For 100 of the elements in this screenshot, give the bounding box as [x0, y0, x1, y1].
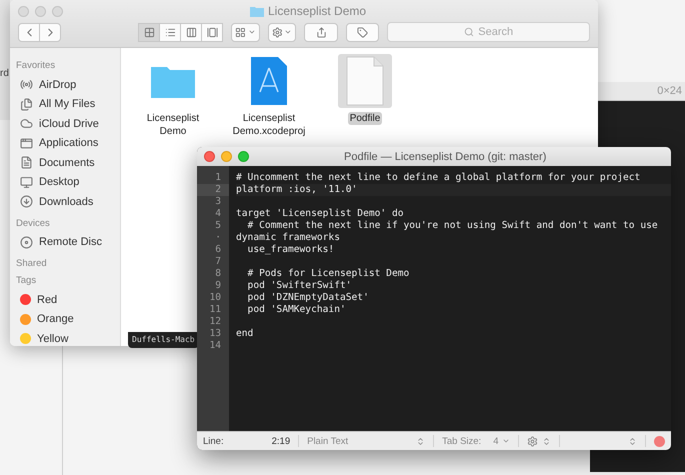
- share-button[interactable]: [304, 22, 338, 42]
- sidebar-item-label: Desktop: [39, 176, 80, 188]
- columns-icon: [186, 26, 196, 38]
- sidebar-item[interactable]: Downloads: [16, 192, 120, 212]
- code-line: pod 'SAMKeychain': [246, 304, 347, 316]
- code-line: use_frameworks!: [246, 244, 336, 256]
- view-mode-button[interactable]: [138, 22, 160, 42]
- line-number: 11: [208, 304, 222, 316]
- window-title: Licenseplist Demo: [250, 4, 366, 18]
- arrange-button[interactable]: [231, 22, 260, 42]
- sidebar-item[interactable]: Applications: [16, 134, 120, 153]
- line-number: 5: [214, 220, 222, 232]
- back-button[interactable]: [18, 22, 40, 42]
- app-blueprint-icon: [250, 56, 288, 106]
- forward-button[interactable]: [39, 22, 61, 42]
- cursor-position: 2:19: [272, 436, 290, 446]
- file-name[interactable]: Licenseplist Demo.xcodeproj: [229, 112, 309, 138]
- view-mode-button[interactable]: [180, 22, 202, 42]
- sidebar-tag[interactable]: Red: [16, 290, 120, 310]
- line-number: 1: [214, 172, 222, 184]
- sidebar-heading: Favorites: [16, 60, 56, 71]
- action-button[interactable]: [268, 22, 296, 42]
- applications-icon: [20, 136, 33, 150]
- tag-icon: [357, 26, 368, 38]
- caret-icon: [248, 28, 256, 36]
- tag-label: Yellow: [37, 332, 68, 345]
- line-number: ·: [214, 232, 222, 244]
- sidebar-item[interactable]: All My Files: [16, 94, 120, 114]
- icon-view-icon: [144, 26, 154, 38]
- line-label: Line:: [203, 436, 224, 446]
- line-number: 6: [214, 244, 222, 256]
- sidebar-heading: Shared: [16, 258, 48, 269]
- document-icon: [20, 156, 33, 170]
- sidebar-item[interactable]: Documents: [16, 153, 120, 172]
- line-number: 13: [208, 328, 222, 340]
- window-title: Podfile — Licenseplist Demo (git: master): [344, 150, 546, 162]
- sidebar-heading: Tags: [16, 275, 38, 286]
- settings-button[interactable]: [527, 436, 552, 446]
- sidebar-tag[interactable]: Orange: [16, 310, 120, 329]
- file-thumbnail[interactable]: [338, 54, 392, 108]
- close-button[interactable]: [204, 151, 215, 162]
- line-number: 8: [214, 268, 222, 280]
- tag-label: Red: [37, 294, 58, 306]
- cloud-icon: [20, 117, 33, 130]
- sidebar-item-label: AirDrop: [39, 78, 76, 91]
- code-line: target 'Licenseplist Demo' do: [236, 208, 405, 220]
- disc-icon: [20, 236, 33, 249]
- code-line: pod 'DZNEmptyDataSet': [246, 292, 370, 304]
- code-line: dynamic frameworks: [236, 232, 341, 244]
- tag-label: Orange: [37, 313, 74, 326]
- updown-icon: [628, 436, 637, 446]
- code-line: # Comment the next line if you're not using Swift and don't want to use: [246, 220, 659, 232]
- file-name[interactable]: Licenseplist Demo: [133, 112, 213, 138]
- code-line: # Pods for Licenseplist Demo: [246, 268, 410, 280]
- gear-icon: [527, 436, 538, 446]
- minimize-button[interactable]: [221, 151, 232, 162]
- search-icon: [464, 27, 474, 37]
- code-line: end: [236, 328, 254, 340]
- sidebar-item[interactable]: Remote Disc: [16, 232, 120, 252]
- document-icon: [346, 56, 384, 106]
- sidebar-item[interactable]: iCloud Drive: [16, 114, 120, 134]
- sidebar-item-label: iCloud Drive: [39, 118, 99, 130]
- updown-icon: [542, 436, 552, 446]
- monitor-icon: [20, 176, 33, 189]
- code-line: # Uncomment the next line to define a global platform for your project: [236, 172, 642, 184]
- share-icon: [316, 26, 327, 38]
- window-text: rd: [0, 68, 9, 79]
- gear-icon: [272, 26, 282, 38]
- folder-icon: [250, 6, 264, 16]
- view-mode-button[interactable]: [201, 22, 223, 42]
- window-title: 0×24: [657, 85, 682, 97]
- grid-icon: [235, 26, 246, 38]
- record-button[interactable]: [654, 436, 665, 446]
- caret-icon: [284, 28, 292, 36]
- line-number: 14: [208, 340, 222, 352]
- tag-button[interactable]: [346, 22, 380, 42]
- caret-icon: [502, 437, 510, 445]
- line-number: 4: [214, 208, 222, 220]
- code-line: pod 'SwifterSwift': [246, 280, 353, 292]
- gallery-icon: [206, 26, 218, 38]
- sidebar-item-label: Downloads: [39, 196, 94, 208]
- sidebar-item-label: Remote Disc: [39, 236, 102, 248]
- view-mode-button[interactable]: [159, 22, 181, 42]
- sidebar-item-label: All My Files: [39, 98, 96, 110]
- download-icon: [20, 195, 33, 208]
- updown-icon: [416, 436, 426, 446]
- sidebar-item-label: Applications: [39, 137, 98, 150]
- line-number: 2: [197, 184, 229, 196]
- file-name[interactable]: Podfile: [348, 112, 382, 125]
- line-number: 9: [214, 280, 222, 292]
- line-number: 10: [208, 292, 222, 304]
- encoding-selector[interactable]: [628, 436, 637, 446]
- sidebar-item[interactable]: AirDrop: [16, 75, 120, 94]
- line-number: 12: [208, 316, 222, 328]
- zoom-button[interactable]: [238, 151, 249, 162]
- line-number: 7: [214, 256, 222, 268]
- airdrop-icon: [20, 78, 33, 92]
- sidebar-item-label: Documents: [39, 156, 95, 169]
- sidebar-item[interactable]: Desktop: [16, 172, 120, 192]
- sidebar-tag[interactable]: Yellow: [16, 329, 120, 346]
